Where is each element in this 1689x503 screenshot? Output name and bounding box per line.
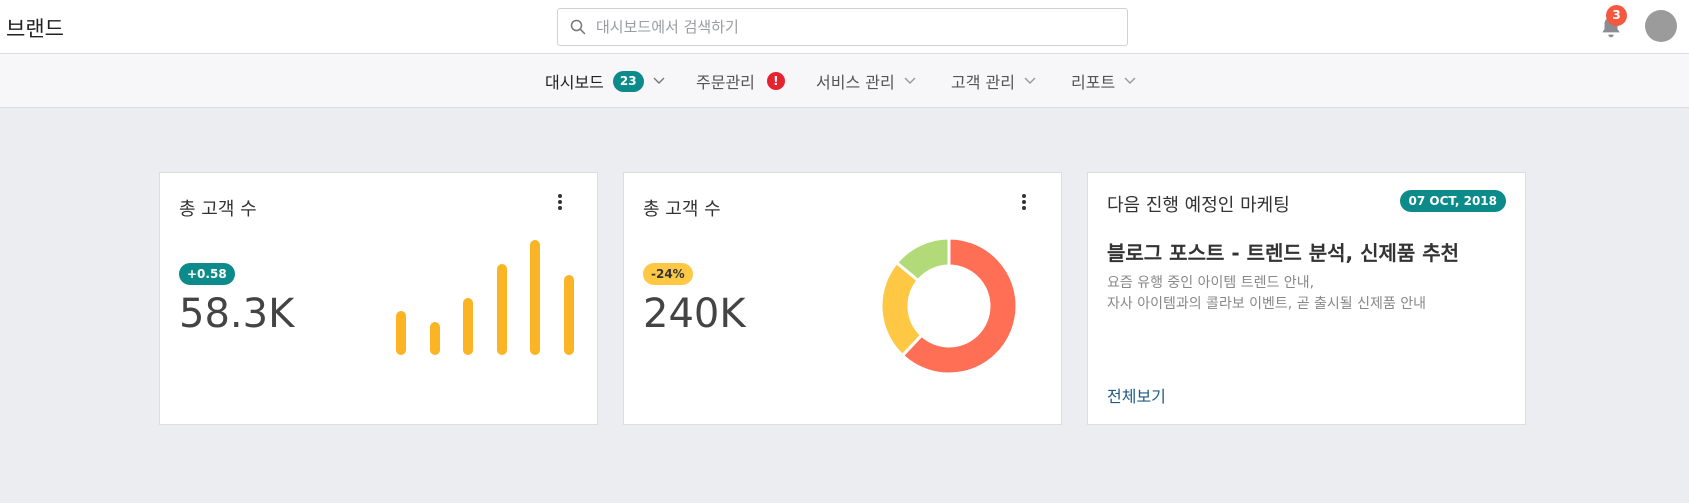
card-title: 총 고객 수 — [643, 199, 721, 220]
bar — [530, 240, 540, 355]
bar — [563, 275, 574, 355]
nav-item-services[interactable]: 서비스 관리 — [816, 54, 916, 108]
nav-item-label: 리포트 — [1071, 73, 1116, 92]
card-title: 다음 진행 예정인 마케팅 — [1107, 195, 1290, 216]
search-icon — [570, 19, 586, 35]
nav-item-dashboard[interactable]: 대시보드 23 — [545, 54, 665, 108]
customers-donut-card: 총 고객 수 -24% 240K — [623, 172, 1062, 425]
nav-item-label: 고객 관리 — [951, 73, 1015, 92]
chevron-down-icon — [1124, 77, 1136, 84]
nav-item-label: 서비스 관리 — [816, 73, 895, 92]
post-title: 블로그 포스트 - 트렌드 분석, 신제품 추천 — [1107, 241, 1460, 265]
top-bar: 브랜드 3 — [0, 0, 1689, 54]
delta-badge: +0.58 — [179, 263, 235, 285]
more-menu-icon[interactable] — [1019, 193, 1029, 213]
view-all-link[interactable]: 전체보기 — [1107, 383, 1166, 407]
more-menu-icon[interactable] — [555, 193, 565, 213]
post-description-line: 자사 아이템과의 콜라보 이벤트, 곧 출시될 신제품 안내 — [1107, 296, 1426, 312]
bar — [496, 264, 507, 355]
chevron-down-icon — [653, 77, 665, 84]
customers-bar-card: 총 고객 수 +0.58 58.3K — [159, 172, 598, 425]
post-description-line: 요즘 유행 중인 아이템 트렌드 안내, — [1107, 275, 1315, 291]
nav-item-customers[interactable]: 고객 관리 — [951, 54, 1036, 108]
notification-badge: 3 — [1606, 5, 1627, 26]
mini-bar-chart — [392, 225, 574, 355]
nav-item-reports[interactable]: 리포트 — [1071, 54, 1136, 108]
alert-icon: ! — [766, 72, 785, 90]
avatar[interactable] — [1645, 10, 1677, 42]
customer-count: 58.3K — [179, 291, 295, 337]
bar — [463, 298, 473, 355]
nav-item-label: 대시보드 — [545, 73, 604, 92]
delta-badge: -24% — [643, 263, 693, 285]
brand-logo[interactable]: 브랜드 — [6, 13, 64, 43]
search-box[interactable] — [557, 8, 1128, 46]
chevron-down-icon — [1024, 77, 1036, 84]
chevron-down-icon — [904, 77, 916, 84]
nav-item-orders[interactable]: 주문관리 ! — [696, 54, 785, 108]
search-input[interactable] — [596, 9, 1116, 45]
date-badge: 07 OCT, 2018 — [1399, 190, 1506, 212]
marketing-card: 다음 진행 예정인 마케팅 07 OCT, 2018 블로그 포스트 - 트렌드… — [1087, 172, 1526, 425]
main-nav: 대시보드 23 주문관리 ! 서비스 관리 고객 관리 리포트 — [0, 54, 1689, 108]
bar — [429, 322, 440, 355]
post-description: 요즘 유행 중인 아이템 트렌드 안내, 자사 아이템과의 콜라보 이벤트, 곧… — [1107, 273, 1426, 315]
bar — [396, 311, 406, 355]
nav-item-label: 주문관리 — [696, 73, 755, 92]
card-title: 총 고객 수 — [179, 199, 257, 220]
donut-chart — [879, 236, 1019, 376]
customer-count: 240K — [643, 291, 746, 337]
nav-count-badge: 23 — [612, 70, 644, 92]
